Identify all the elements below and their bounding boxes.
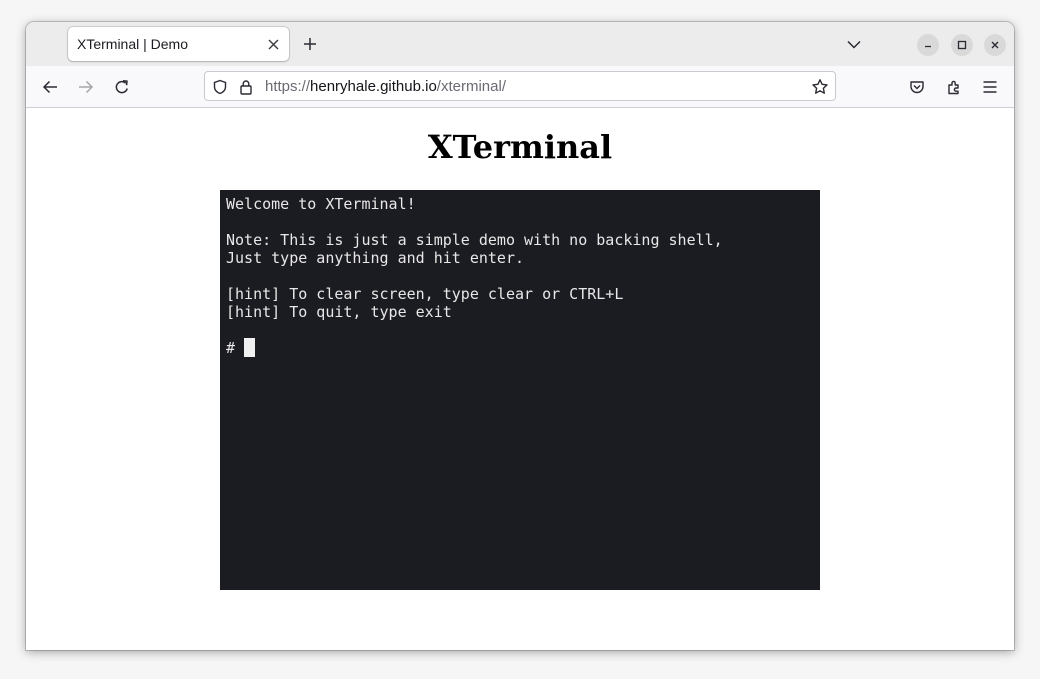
close-window-icon[interactable]: [984, 34, 1006, 56]
tab-title: XTerminal | Demo: [77, 36, 189, 52]
terminal-line: [hint] To quit, type exit: [226, 303, 452, 321]
terminal-line: Note: This is just a simple demo with no…: [226, 231, 723, 249]
url-path: /xterminal/: [436, 78, 506, 95]
nav-toolbar: https://henryhale.github.io/xterminal/: [26, 66, 1014, 108]
tab-xterminal-demo[interactable]: XTerminal | Demo: [68, 27, 289, 61]
url-scheme: https://: [265, 78, 311, 95]
terminal-line: [hint] To clear screen, type clear or CT…: [226, 285, 624, 303]
terminal-output: Welcome to XTerminal! Note: This is just …: [226, 195, 814, 339]
lock-icon[interactable]: [237, 78, 255, 96]
terminal-line: Welcome to XTerminal!: [226, 195, 416, 213]
page-content: XTerminal Welcome to XTerminal! Note: Thi…: [26, 108, 1014, 650]
pocket-icon[interactable]: [906, 76, 928, 98]
minimize-icon[interactable]: [917, 34, 939, 56]
plus-icon[interactable]: [300, 34, 320, 54]
terminal-cursor: [244, 338, 256, 357]
terminal-line: Just type anything and hit enter.: [226, 249, 525, 267]
close-icon[interactable]: [263, 34, 283, 54]
shield-icon[interactable]: [211, 78, 229, 96]
star-icon[interactable]: [810, 77, 830, 97]
url-text[interactable]: https://henryhale.github.io/xterminal/: [265, 78, 506, 95]
url-host: henryhale.github.io: [310, 78, 437, 95]
page-title: XTerminal: [427, 128, 613, 166]
hamburger-menu-icon[interactable]: [979, 76, 1001, 98]
terminal[interactable]: Welcome to XTerminal! Note: This is just …: [220, 190, 820, 590]
puzzle-icon[interactable]: [943, 76, 965, 98]
tab-bar: XTerminal | Demo: [26, 22, 1014, 66]
reload-icon[interactable]: [111, 76, 133, 98]
arrow-right-icon[interactable]: [75, 76, 97, 98]
terminal-input-line[interactable]: #: [226, 338, 814, 357]
chevron-down-icon[interactable]: [843, 34, 865, 54]
maximize-icon[interactable]: [951, 34, 973, 56]
address-bar[interactable]: https://henryhale.github.io/xterminal/: [204, 71, 836, 101]
arrow-left-icon[interactable]: [39, 76, 61, 98]
terminal-prompt: #: [226, 339, 245, 357]
browser-window: XTerminal | Demo https://henryhale.githu…: [26, 22, 1014, 650]
